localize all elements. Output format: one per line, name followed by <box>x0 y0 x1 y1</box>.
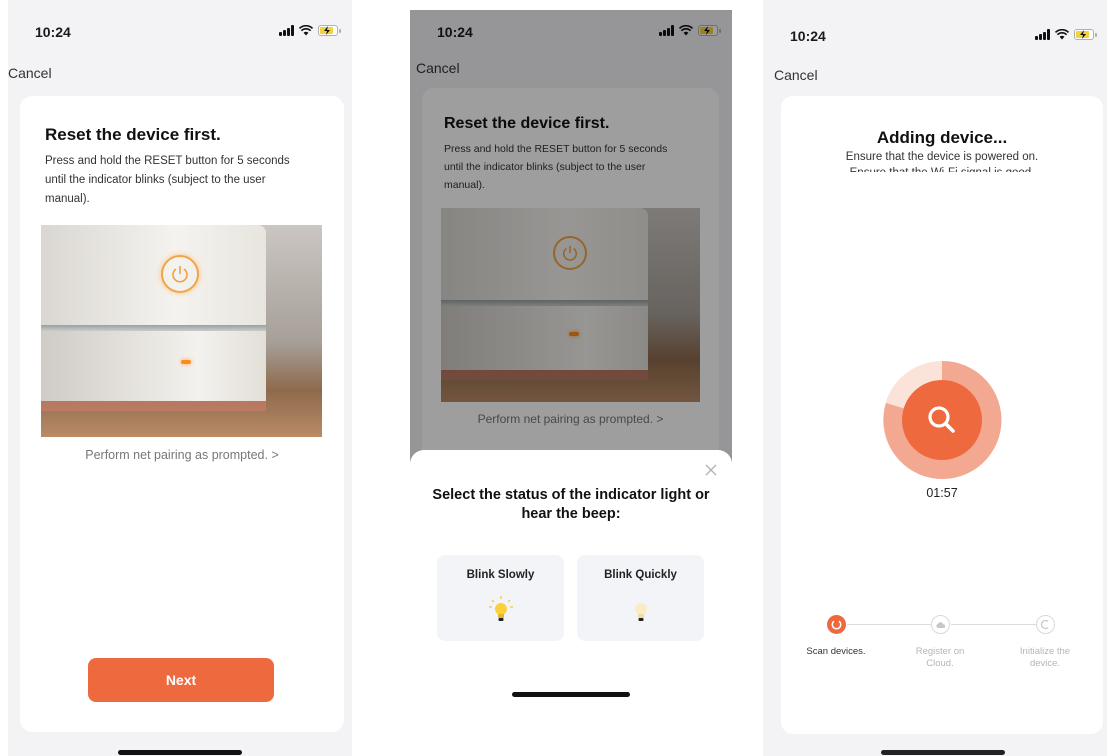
cancel-button[interactable]: Cancel <box>8 65 52 81</box>
next-button[interactable]: Next <box>88 658 274 702</box>
screen-reset-device: 10:24 Cancel Reset the device first. Pre… <box>8 0 352 756</box>
home-indicator <box>881 750 1005 755</box>
device-photo <box>41 225 322 437</box>
step-register <box>931 615 950 634</box>
status-bar: 10:24 <box>8 14 352 44</box>
status-icons <box>1035 29 1097 40</box>
step-connector <box>951 624 1044 625</box>
close-icon[interactable] <box>704 463 718 477</box>
wifi-icon <box>299 25 313 36</box>
sheet-title: Select the status of the indicator light… <box>432 487 710 522</box>
net-pairing-link[interactable]: Perform net pairing as prompted. > <box>20 448 344 462</box>
home-indicator <box>118 750 242 755</box>
reset-card: Reset the device first. Press and hold t… <box>20 96 344 732</box>
searching-animation <box>883 360 1002 479</box>
wifi-hint: Ensure that the Wi-Fi signal is good. <box>781 167 1103 172</box>
step-label-initialize: Initialize the device. <box>1019 646 1071 669</box>
step-initialize <box>1036 615 1055 634</box>
signal-icon <box>1035 29 1050 40</box>
battery-charging-icon <box>1074 29 1097 40</box>
wifi-icon <box>1055 29 1069 40</box>
step-label-register: Register on Cloud. <box>915 646 965 669</box>
reset-instructions: Press and hold the RESET button for 5 se… <box>45 155 290 205</box>
screen-adding-device: 10:24 Cancel Adding device... Ensure tha… <box>763 0 1107 756</box>
initialize-icon <box>1040 619 1049 630</box>
cloud-icon <box>936 621 946 628</box>
power-icon <box>172 266 188 283</box>
bulb-icon <box>488 596 513 621</box>
battery-charging-icon <box>318 25 341 36</box>
page-title: Reset the device first. <box>45 125 221 144</box>
signal-icon <box>279 25 294 36</box>
countdown-timer: 01:57 <box>926 486 958 500</box>
bulb-icon <box>634 603 647 621</box>
option-label: Blink Slowly <box>466 569 535 581</box>
loading-icon <box>831 620 842 630</box>
home-indicator <box>512 692 630 697</box>
option-label: Blink Quickly <box>604 569 677 581</box>
cancel-button[interactable]: Cancel <box>774 67 818 83</box>
indicator-status-sheet: Select the status of the indicator light… <box>410 450 732 756</box>
status-time: 10:24 <box>35 24 71 40</box>
screen-indicator-status: 10:24 Cancel Reset the device first. Pre… <box>410 10 732 756</box>
status-time: 10:24 <box>790 28 826 44</box>
status-icons <box>279 25 341 36</box>
step-scan <box>827 615 846 634</box>
blink-quickly-option[interactable]: Blink Quickly <box>577 555 704 641</box>
blink-slowly-option[interactable]: Blink Slowly <box>437 555 564 641</box>
step-label-scan: Scan devices. <box>806 646 866 657</box>
indicator-led <box>181 360 191 364</box>
adding-device-card: Adding device... Ensure that the device … <box>781 96 1103 734</box>
power-hint: Ensure that the device is powered on. <box>845 151 1039 163</box>
page-title: Adding device... <box>876 128 1008 147</box>
step-connector <box>847 624 940 625</box>
status-bar: 10:24 <box>763 18 1107 48</box>
